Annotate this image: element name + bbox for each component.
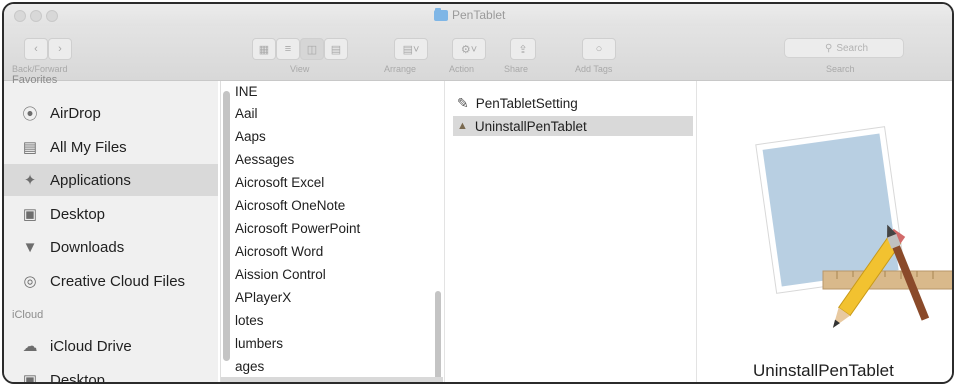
list-item[interactable]: Aission Control [235,267,326,282]
favorites-header: Favorites [12,74,58,86]
sidebar-item-downloads[interactable]: ▼ Downloads [4,231,218,263]
view-label: View [290,64,310,74]
sidebar-item-airdrop[interactable]: ⦿ AirDrop [4,97,218,129]
list-item[interactable]: Aicrosoft PowerPoint [235,221,360,236]
list-item[interactable]: ages [235,359,264,374]
minimize-window-button[interactable] [30,10,42,22]
columns-icon: ◫ [306,43,318,56]
sidebar-item-label: iCloud Drive [50,337,132,355]
sidebar-item-label: Desktop [50,371,106,384]
sidebar-item-all-my-files[interactable]: ▤ All My Files [4,131,218,163]
finder-window: PenTablet ‹ › Back/Forward ▦ ≡ ◫ ▤ View … [2,2,954,384]
share-button[interactable]: ⇪ [510,38,536,60]
sidebar-item-label: All My Files [50,138,127,156]
title-bar: PenTablet [4,4,952,26]
list-item[interactable]: Aicrosoft OneNote [235,198,345,213]
list-item[interactable]: Aicrosoft Excel [235,175,324,190]
sidebar-item-applications[interactable]: ✦ Applications [4,164,218,196]
sidebar-item-label: Applications [50,171,131,189]
list-item[interactable]: lotes [235,313,264,328]
list-item[interactable]: Aaps [235,129,266,144]
cover-flow-icon: ▤ [330,43,342,56]
search-field[interactable]: ⚲ Search [784,38,904,58]
sidebar-item-label: Desktop [50,205,106,223]
arrange-button[interactable]: ▤˅ [394,38,428,60]
search-icon: ⚲ [825,42,833,54]
chevron-left-icon: ‹ [34,43,38,55]
sidebar-item-icloud-drive[interactable]: ☁ iCloud Drive [4,330,218,362]
arrange-label: Arrange [384,64,417,74]
list-item[interactable]: INE [235,84,258,99]
cloud-icon: ☁ [22,338,38,355]
all-files-icon: ▤ [22,139,38,156]
share-label: Share [504,64,529,74]
grid-icon: ▦ [258,43,270,56]
list-item[interactable]: Aail [235,106,258,121]
search-label: Search [826,64,855,74]
gear-icon: ⚙˅ [460,43,478,56]
toolbar: ‹ › Back/Forward ▦ ≡ ◫ ▤ View ▤˅ Arrange… [4,26,952,81]
close-window-button[interactable] [14,10,26,22]
action-button[interactable]: ⚙˅ [452,38,486,60]
search-placeholder: Search [836,42,869,54]
settings-app-icon: ✎ [457,95,469,111]
applications-scrollbar[interactable] [223,91,230,361]
arrange-icon: ▤˅ [402,43,420,56]
column-view-button[interactable]: ◫ [300,38,324,60]
chevron-right-icon: › [58,43,62,55]
uninstaller-app-icon: ▲ [457,120,468,132]
sidebar-item-creative-cloud-files[interactable]: ◎ Creative Cloud Files [4,265,218,297]
back-button[interactable]: ‹ [24,38,48,60]
applications-column: INE Aail Aaps Aessages Aicrosoft Excel A… [220,81,443,382]
file-item-uninstallpentablet[interactable]: ▲ UninstallPenTablet [453,116,693,136]
window-title: PenTablet [434,7,506,22]
applications-icon: ✦ [23,172,37,189]
list-item-label: enTablet [235,381,286,383]
creative-cloud-icon: ◎ [23,273,37,290]
gallery-view-button[interactable]: ▤ [324,38,348,60]
uninstaller-app-icon [755,126,952,328]
desktop-icon: ▣ [22,372,38,384]
airdrop-icon: ⦿ [22,105,38,123]
column-resize-handle[interactable] [435,291,441,381]
file-item-label: UninstallPenTablet [474,118,587,134]
sidebar: Favorites ⦿ AirDrop ▤ All My Files ✦ App… [4,74,218,384]
sidebar-item-desktop[interactable]: ▣ Desktop [4,198,218,230]
file-item-pentabletsetting[interactable]: ✎ PenTabletSetting [457,95,578,112]
add-tags-label: Add Tags [575,64,613,74]
downloads-icon: ▼ [22,238,38,256]
share-icon: ⇪ [518,43,528,56]
list-item[interactable]: Aessages [235,152,294,167]
list-view-button[interactable]: ≡ [276,38,300,60]
sidebar-item-label: Creative Cloud Files [50,272,186,290]
icloud-header: iCloud [12,309,44,321]
action-label: Action [449,64,475,74]
icon-view-button[interactable]: ▦ [252,38,276,60]
pentablet-column: ✎ PenTabletSetting ▲ UninstallPenTablet [444,81,695,382]
list-item-selected[interactable]: enTablet ▸ [221,377,443,383]
back-forward-label: Back/Forward [12,64,68,74]
add-tags-button[interactable]: ○ [582,38,616,60]
sidebar-item-icloud-desktop[interactable]: ▣ Desktop [4,364,218,384]
preview-file-name: UninstallPenTablet [753,361,894,380]
list-item[interactable]: lumbers [235,336,283,351]
preview-pane: UninstallPenTablet [696,81,952,382]
list-item[interactable]: APlayerX [235,290,291,305]
sidebar-item-label: AirDrop [50,104,101,122]
list-icon: ≡ [284,43,292,55]
tag-icon: ○ [595,43,603,55]
folder-icon [434,7,448,21]
file-item-label: PenTabletSetting [475,96,578,111]
desktop-icon: ▣ [22,206,38,223]
chevron-right-icon: ▸ [420,380,427,382]
sidebar-item-label: Downloads [50,238,125,256]
forward-button[interactable]: › [48,38,72,60]
zoom-window-button[interactable] [46,10,58,22]
window-title-text: PenTablet [452,8,506,22]
list-item[interactable]: Aicrosoft Word [235,244,323,259]
